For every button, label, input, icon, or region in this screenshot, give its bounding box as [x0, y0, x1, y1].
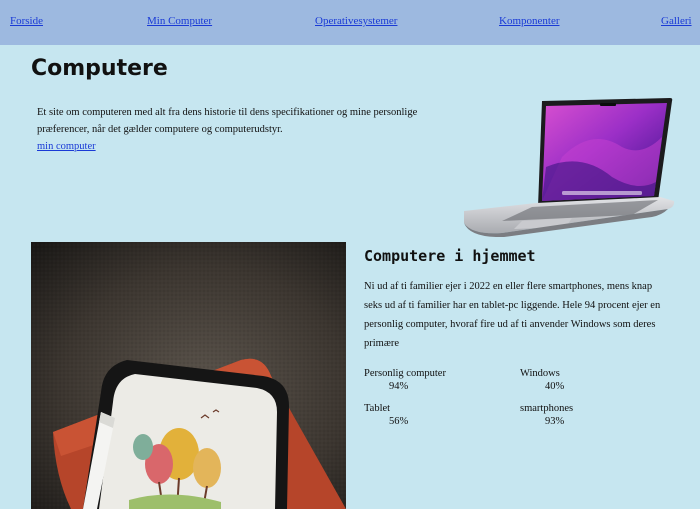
- top-navbar: Forside Min Computer Operativesystemer K…: [0, 0, 700, 45]
- section-title: Computere i hjemmet: [364, 247, 536, 265]
- stat-value: 93%: [545, 416, 565, 427]
- stat-windows: Windows 40%: [520, 367, 564, 393]
- nav-link-min-computer[interactable]: Min Computer: [147, 15, 212, 27]
- page-title: Computere: [31, 56, 168, 81]
- stat-value: 56%: [389, 416, 409, 427]
- nav-link-komponenter[interactable]: Komponenter: [499, 15, 559, 27]
- stat-label: Personlig computer: [364, 368, 446, 379]
- stat-label: Tablet: [364, 403, 391, 414]
- section-text: Ni ud af ti familier ejer i 2022 en elle…: [364, 281, 661, 349]
- stat-smartphones: smartphones 93%: [520, 402, 573, 428]
- stat-label: Windows: [520, 368, 560, 379]
- tablet-photo: [31, 242, 346, 509]
- stat-label: smartphones: [520, 403, 574, 414]
- stat-value: 40%: [545, 381, 565, 392]
- min-computer-link[interactable]: min computer: [37, 141, 96, 152]
- laptop-image: [464, 98, 675, 237]
- stat-tablet: Tablet 56%: [364, 402, 408, 428]
- nav-link-galleri[interactable]: Galleri: [661, 15, 692, 27]
- intro-text: Et site om computeren med alt fra dens h…: [37, 107, 418, 135]
- stat-value: 94%: [389, 381, 409, 392]
- nav-link-operativsystemer[interactable]: Operativesystemer: [315, 15, 397, 27]
- stat-personlig-computer: Personlig computer 94%: [364, 367, 446, 393]
- nav-link-forside[interactable]: Forside: [10, 15, 43, 27]
